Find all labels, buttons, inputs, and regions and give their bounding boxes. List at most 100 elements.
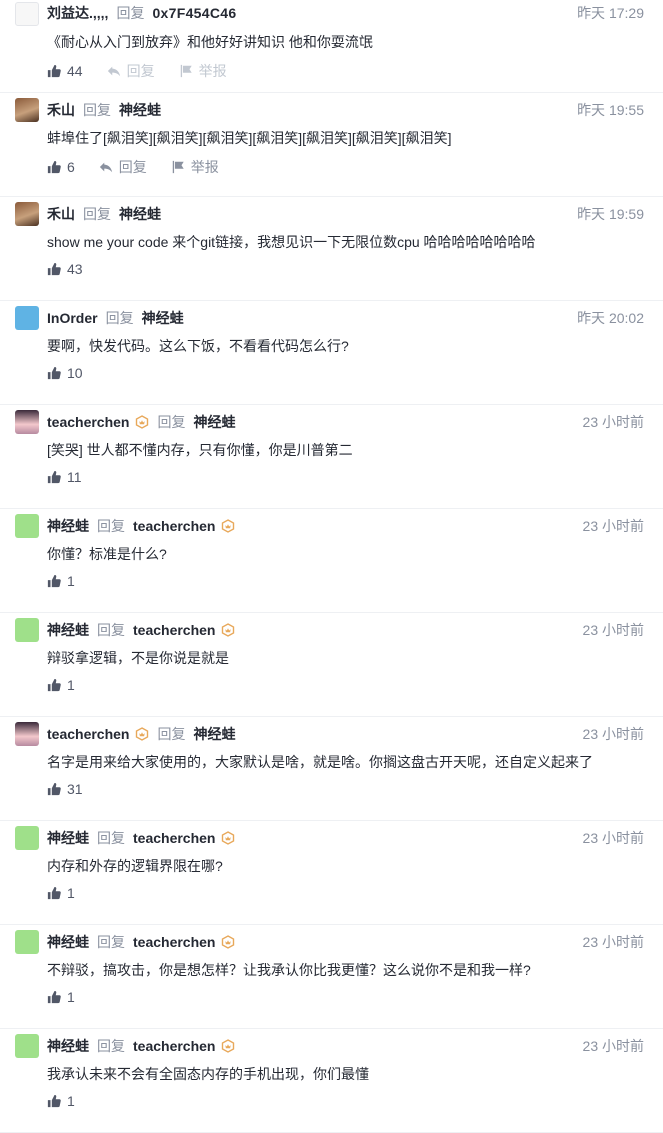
- like-button[interactable]: 1: [47, 573, 75, 589]
- comment-header: 刘益达.,,,, 回复 0x7F454C46 昨天 17:29: [47, 3, 644, 23]
- level-badge-icon: [221, 831, 235, 845]
- reply-label: 回复: [97, 622, 125, 638]
- reply-target-name[interactable]: 神经蛙: [193, 724, 235, 744]
- like-button[interactable]: 10: [47, 365, 83, 381]
- author-name[interactable]: 禾山: [47, 204, 75, 224]
- reply-button-label: 回复: [126, 63, 155, 79]
- comment-time: 昨天 17:29: [577, 5, 644, 21]
- comment-item: 刘益达.,,,, 回复 0x7F454C46 昨天 17:29 《耐心从入门到放弃》和他…: [0, 0, 663, 93]
- portrait-avatar[interactable]: [15, 202, 39, 226]
- like-count: 31: [67, 781, 83, 797]
- bird-avatar[interactable]: [15, 306, 39, 330]
- like-button[interactable]: 1: [47, 1093, 75, 1109]
- reply-target-name[interactable]: teacherchen: [133, 830, 215, 846]
- reply-arrow-icon: [107, 64, 127, 78]
- comment-time: 23 小时前: [582, 726, 644, 742]
- comment-time: 23 小时前: [582, 1038, 644, 1054]
- comment-content: 辩驳拿逻辑，不是你说是就是: [47, 650, 229, 666]
- author-name[interactable]: teacherchen: [47, 414, 129, 430]
- comment-time: 昨天 20:02: [577, 310, 644, 326]
- frog-avatar[interactable]: [15, 1034, 39, 1058]
- frog-avatar[interactable]: [15, 930, 39, 954]
- like-button[interactable]: 6: [47, 159, 75, 175]
- like-button[interactable]: 43: [47, 261, 83, 277]
- flag-icon: [171, 160, 191, 174]
- thumbs-up-icon: [47, 160, 67, 174]
- author-name[interactable]: teacherchen: [47, 726, 129, 742]
- anime-avatar[interactable]: [15, 722, 39, 746]
- reply-target-name[interactable]: 0x7F454C46: [152, 5, 236, 21]
- comment-item: 神经蛙 回复 teacherchen 23 小时前辩驳拿逻辑，不是你说是就是 1: [0, 613, 663, 717]
- comment-time: 昨天 19:55: [577, 102, 644, 118]
- report-button[interactable]: 举报: [179, 61, 227, 81]
- author-name[interactable]: 刘益达.,,,,: [47, 3, 108, 23]
- like-count: 11: [67, 469, 82, 485]
- level-badge-icon: [221, 1039, 235, 1053]
- like-button[interactable]: 44: [47, 63, 83, 79]
- comment-content: 我承认未来不会有全固态内存的手机出现，你们最懂: [47, 1066, 369, 1082]
- reply-target-name[interactable]: teacherchen: [133, 1038, 215, 1054]
- author-name[interactable]: InOrder: [47, 310, 98, 326]
- comment-header: InOrder 回复 神经蛙 昨天 20:02: [47, 308, 644, 328]
- reply-target-name[interactable]: 神经蛙: [119, 100, 161, 120]
- reply-target-name[interactable]: 神经蛙: [119, 204, 161, 224]
- like-button[interactable]: 11: [47, 469, 82, 485]
- comment-item: 神经蛙 回复 teacherchen 23 小时前 不辩驳，搞攻击，你是想怎样？让我承认…: [0, 925, 663, 1029]
- like-button[interactable]: 1: [47, 989, 75, 1005]
- reply-label: 回复: [157, 726, 186, 742]
- author-name[interactable]: 禾山: [47, 100, 75, 120]
- comment-header: 禾山 回复 神经蛙 昨天 19:55: [47, 100, 644, 120]
- anime-avatar[interactable]: [15, 410, 39, 434]
- reply-button[interactable]: 回复: [107, 61, 155, 81]
- like-count: 43: [67, 261, 83, 277]
- author-name[interactable]: 神经蛙: [47, 932, 89, 952]
- reply-target-name[interactable]: teacherchen: [133, 622, 215, 638]
- comment-header: 禾山 回复 神经蛙 昨天 19:59: [47, 204, 644, 224]
- reply-target-name[interactable]: teacherchen: [133, 518, 215, 534]
- reply-target-name[interactable]: teacherchen: [133, 934, 215, 950]
- comment-content: 《耐心从入门到放弃》和他好好讲知识 他和你耍流氓: [47, 34, 373, 50]
- thumbs-up-icon: [47, 470, 67, 484]
- comment-content: show me your code 来个git链接，我想见识一下无限位数cpu …: [47, 234, 536, 250]
- thumbs-up-icon: [47, 574, 67, 588]
- level-badge-icon: [135, 415, 149, 429]
- thumbs-up-icon: [47, 678, 67, 692]
- like-count: 1: [67, 989, 75, 1005]
- reply-arrow-icon: [99, 160, 119, 174]
- reply-target-name[interactable]: 神经蛙: [142, 308, 184, 328]
- comment-actions: 1: [47, 677, 99, 693]
- sketch-avatar[interactable]: [15, 2, 39, 26]
- level-badge-icon: [221, 623, 235, 637]
- flag-icon: [179, 64, 199, 78]
- frog-avatar[interactable]: [15, 514, 39, 538]
- frog-avatar[interactable]: [15, 618, 39, 642]
- reply-button[interactable]: 回复: [99, 157, 147, 177]
- comment-header: 神经蛙 回复 teacherchen 23 小时前: [47, 620, 644, 640]
- like-button[interactable]: 1: [47, 885, 75, 901]
- comment-content: 蚌埠住了[飙泪笑][飙泪笑][飙泪笑][飙泪笑][飙泪笑][飙泪笑][飙泪笑]: [47, 130, 452, 146]
- like-button[interactable]: 1: [47, 677, 75, 693]
- comment-item: teacherchen 回复 神经蛙 23 小时前 名字是用来给大家使用的，大家默认是啥…: [0, 717, 663, 821]
- comment-content: 你懂？标准是什么?: [47, 546, 167, 562]
- portrait-avatar[interactable]: [15, 98, 39, 122]
- report-button[interactable]: 举报: [171, 157, 219, 177]
- comment-content: 要啊，快发代码。这么下饭，不看看代码怎么行?: [47, 338, 349, 354]
- like-count: 1: [67, 1093, 75, 1109]
- reply-target-name[interactable]: 神经蛙: [193, 412, 235, 432]
- comment-time: 昨天 19:59: [577, 206, 644, 222]
- thumbs-up-icon: [47, 262, 67, 276]
- thumbs-up-icon: [47, 64, 67, 78]
- author-name[interactable]: 神经蛙: [47, 516, 89, 536]
- like-button[interactable]: 31: [47, 781, 83, 797]
- reply-label: 回复: [116, 5, 145, 21]
- author-name[interactable]: 神经蛙: [47, 620, 89, 640]
- frog-avatar[interactable]: [15, 826, 39, 850]
- thumbs-up-icon: [47, 366, 67, 380]
- reply-label: 回复: [105, 310, 134, 326]
- author-name[interactable]: 神经蛙: [47, 828, 89, 848]
- author-name[interactable]: 神经蛙: [47, 1036, 89, 1056]
- comment-time: 23 小时前: [582, 518, 644, 534]
- comment-time: 23 小时前: [582, 622, 644, 638]
- report-button-label: 举报: [198, 63, 227, 79]
- comment-item: 神经蛙 回复 teacherchen 23 小时前 我承认未来不会有全固态内存的手机出现…: [0, 1029, 663, 1133]
